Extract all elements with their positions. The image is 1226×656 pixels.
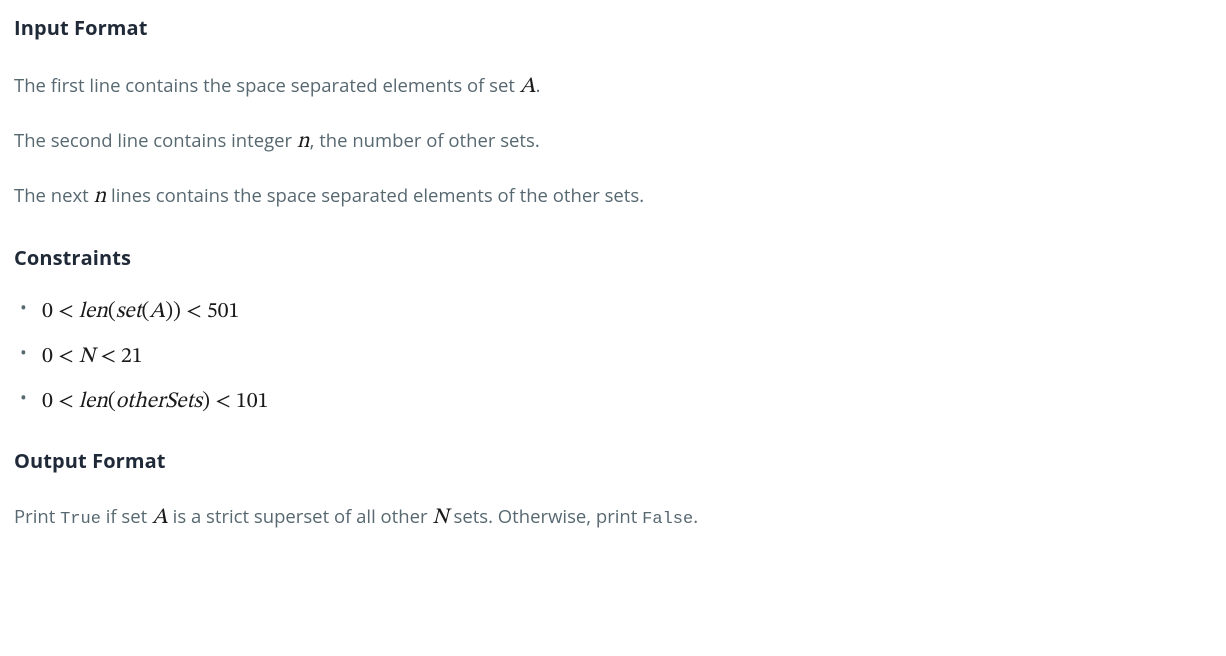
output-format-heading: Output Format [14,447,1212,474]
constraint-item-1: 0<len(set(A))<501 [14,295,1212,329]
func-len: len [79,301,108,323]
text: The second line contains integer [14,128,297,153]
func-len: len [79,391,108,413]
paren-open: ( [108,391,116,413]
text: is a strict superset of all other [168,504,433,529]
less-than: < [58,346,74,368]
text: lines contains the space separated eleme… [106,183,644,208]
less-than: < [186,301,202,323]
text: The first line contains the space separa… [14,73,520,98]
code-false: False [642,510,693,529]
math-expression: 0<len(set(A))<501 [42,301,239,323]
input-line-3: The next n lines contains the space sepa… [14,181,1212,214]
code-true: True [60,510,101,529]
num: 0 [42,346,53,368]
math-var-n: n [297,131,310,153]
math-expression: 0<N<21 [42,346,143,368]
math-var-A: A [152,507,168,529]
less-than: < [58,301,74,323]
text: sets. Otherwise, print [449,504,642,529]
func-set: set [116,301,142,323]
num: 0 [42,301,53,323]
math-var-A: A [520,76,536,98]
less-than: < [58,391,74,413]
input-line-1: The first line contains the space separa… [14,71,1212,104]
input-line-2: The second line contains integer n, the … [14,126,1212,159]
less-than: < [215,391,231,413]
less-than: < [100,346,116,368]
constraint-item-3: 0<len(otherSets)<101 [14,385,1212,419]
math-expression: 0<len(otherSets)<101 [42,391,269,413]
constraint-item-2: 0<N<21 [14,340,1212,374]
paren-close: ) [173,301,181,323]
var-N: N [79,346,95,368]
input-format-heading: Input Format [14,14,1212,41]
var-otherSets: otherSets [116,391,202,413]
paren-close: ) [165,301,173,323]
constraints-list: 0<len(set(A))<501 0<N<21 0<len(otherSets… [14,295,1212,419]
constraints-heading: Constraints [14,244,1212,271]
num: 101 [236,391,269,413]
paren-open: ( [108,301,116,323]
text: . [536,73,541,98]
math-var-n: n [94,186,107,208]
var-A: A [149,301,165,323]
paren-close: ) [202,391,210,413]
num: 21 [121,346,143,368]
text: . [693,504,698,529]
num: 501 [207,301,240,323]
math-var-N: N [432,507,448,529]
output-line: Print True if set A is a strict superset… [14,502,1212,535]
text: The next [14,183,94,208]
text: if set [101,504,152,529]
text: Print [14,504,60,529]
text: , the number of other sets. [310,128,540,153]
num: 0 [42,391,53,413]
